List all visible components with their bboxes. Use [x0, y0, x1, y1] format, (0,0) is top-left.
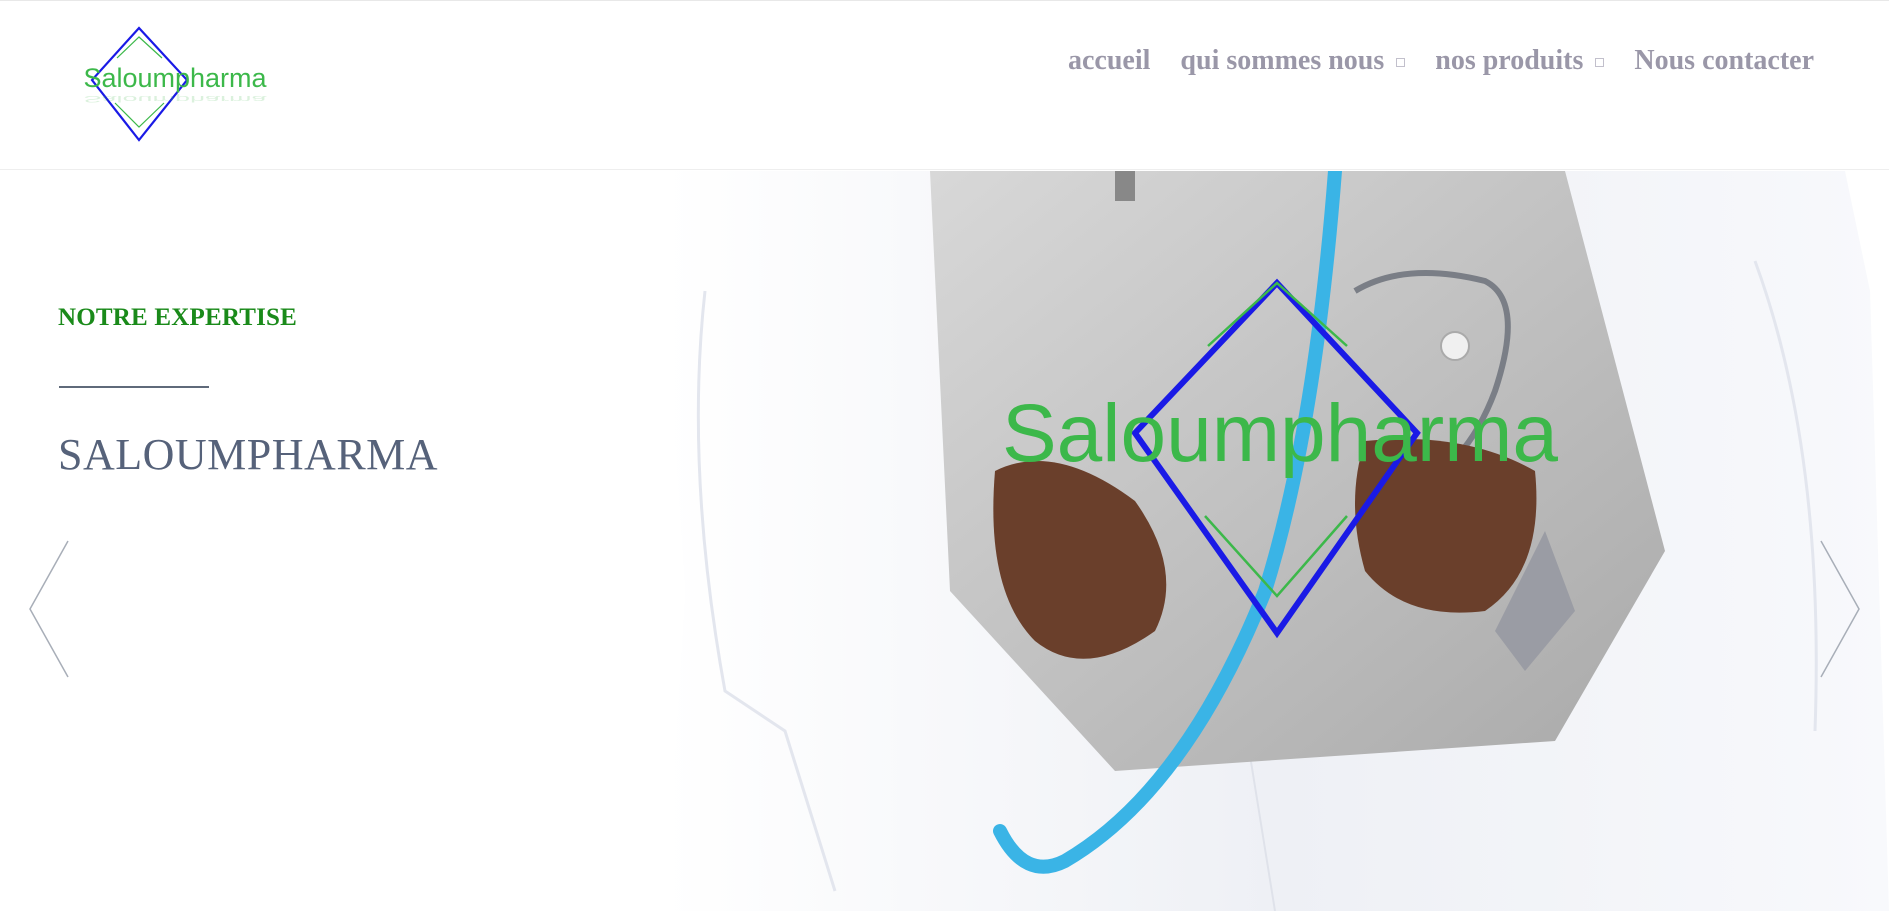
hero-title: SALOUMPHARMA	[58, 430, 439, 479]
main-nav: accueil qui sommes nous nos produits Nou…	[1038, 45, 1814, 77]
nav-accueil[interactable]: accueil	[1068, 45, 1150, 77]
slider-next-button[interactable]	[1813, 539, 1863, 679]
svg-text:Saloumpharma: Saloumpharma	[83, 94, 267, 104]
hero-divider	[59, 386, 209, 388]
hero-slider: Saloumpharma NOTRE EXPERTISE SALOUMPHARM…	[0, 171, 1889, 911]
dropdown-caret-icon	[1595, 57, 1605, 67]
site-header: Saloumpharma Saloumpharma accueil qui so…	[0, 0, 1889, 170]
nav-qui-sommes-nous[interactable]: qui sommes nous	[1180, 45, 1406, 77]
nav-nous-contacter[interactable]: Nous contacter	[1634, 45, 1814, 77]
nav-nos-produits-label: nos produits	[1435, 45, 1584, 76]
dropdown-caret-icon	[1396, 57, 1406, 67]
nav-qui-sommes-nous-label: qui sommes nous	[1180, 45, 1385, 76]
site-logo[interactable]: Saloumpharma Saloumpharma	[70, 25, 280, 145]
chevron-right-icon	[1820, 540, 1860, 678]
slider-prev-button[interactable]	[26, 539, 76, 679]
nav-accueil-label: accueil	[1068, 45, 1151, 76]
svg-text:Saloumpharma: Saloumpharma	[1002, 388, 1558, 479]
hero-eyebrow: NOTRE EXPERTISE	[58, 304, 297, 331]
nav-nous-contacter-label: Nous contacter	[1634, 45, 1814, 76]
chevron-left-icon	[29, 540, 69, 678]
nav-nos-produits[interactable]: nos produits	[1435, 45, 1605, 77]
hero-doctor-photo: Saloumpharma	[665, 171, 1889, 911]
svg-text:Saloumpharma: Saloumpharma	[83, 63, 267, 93]
